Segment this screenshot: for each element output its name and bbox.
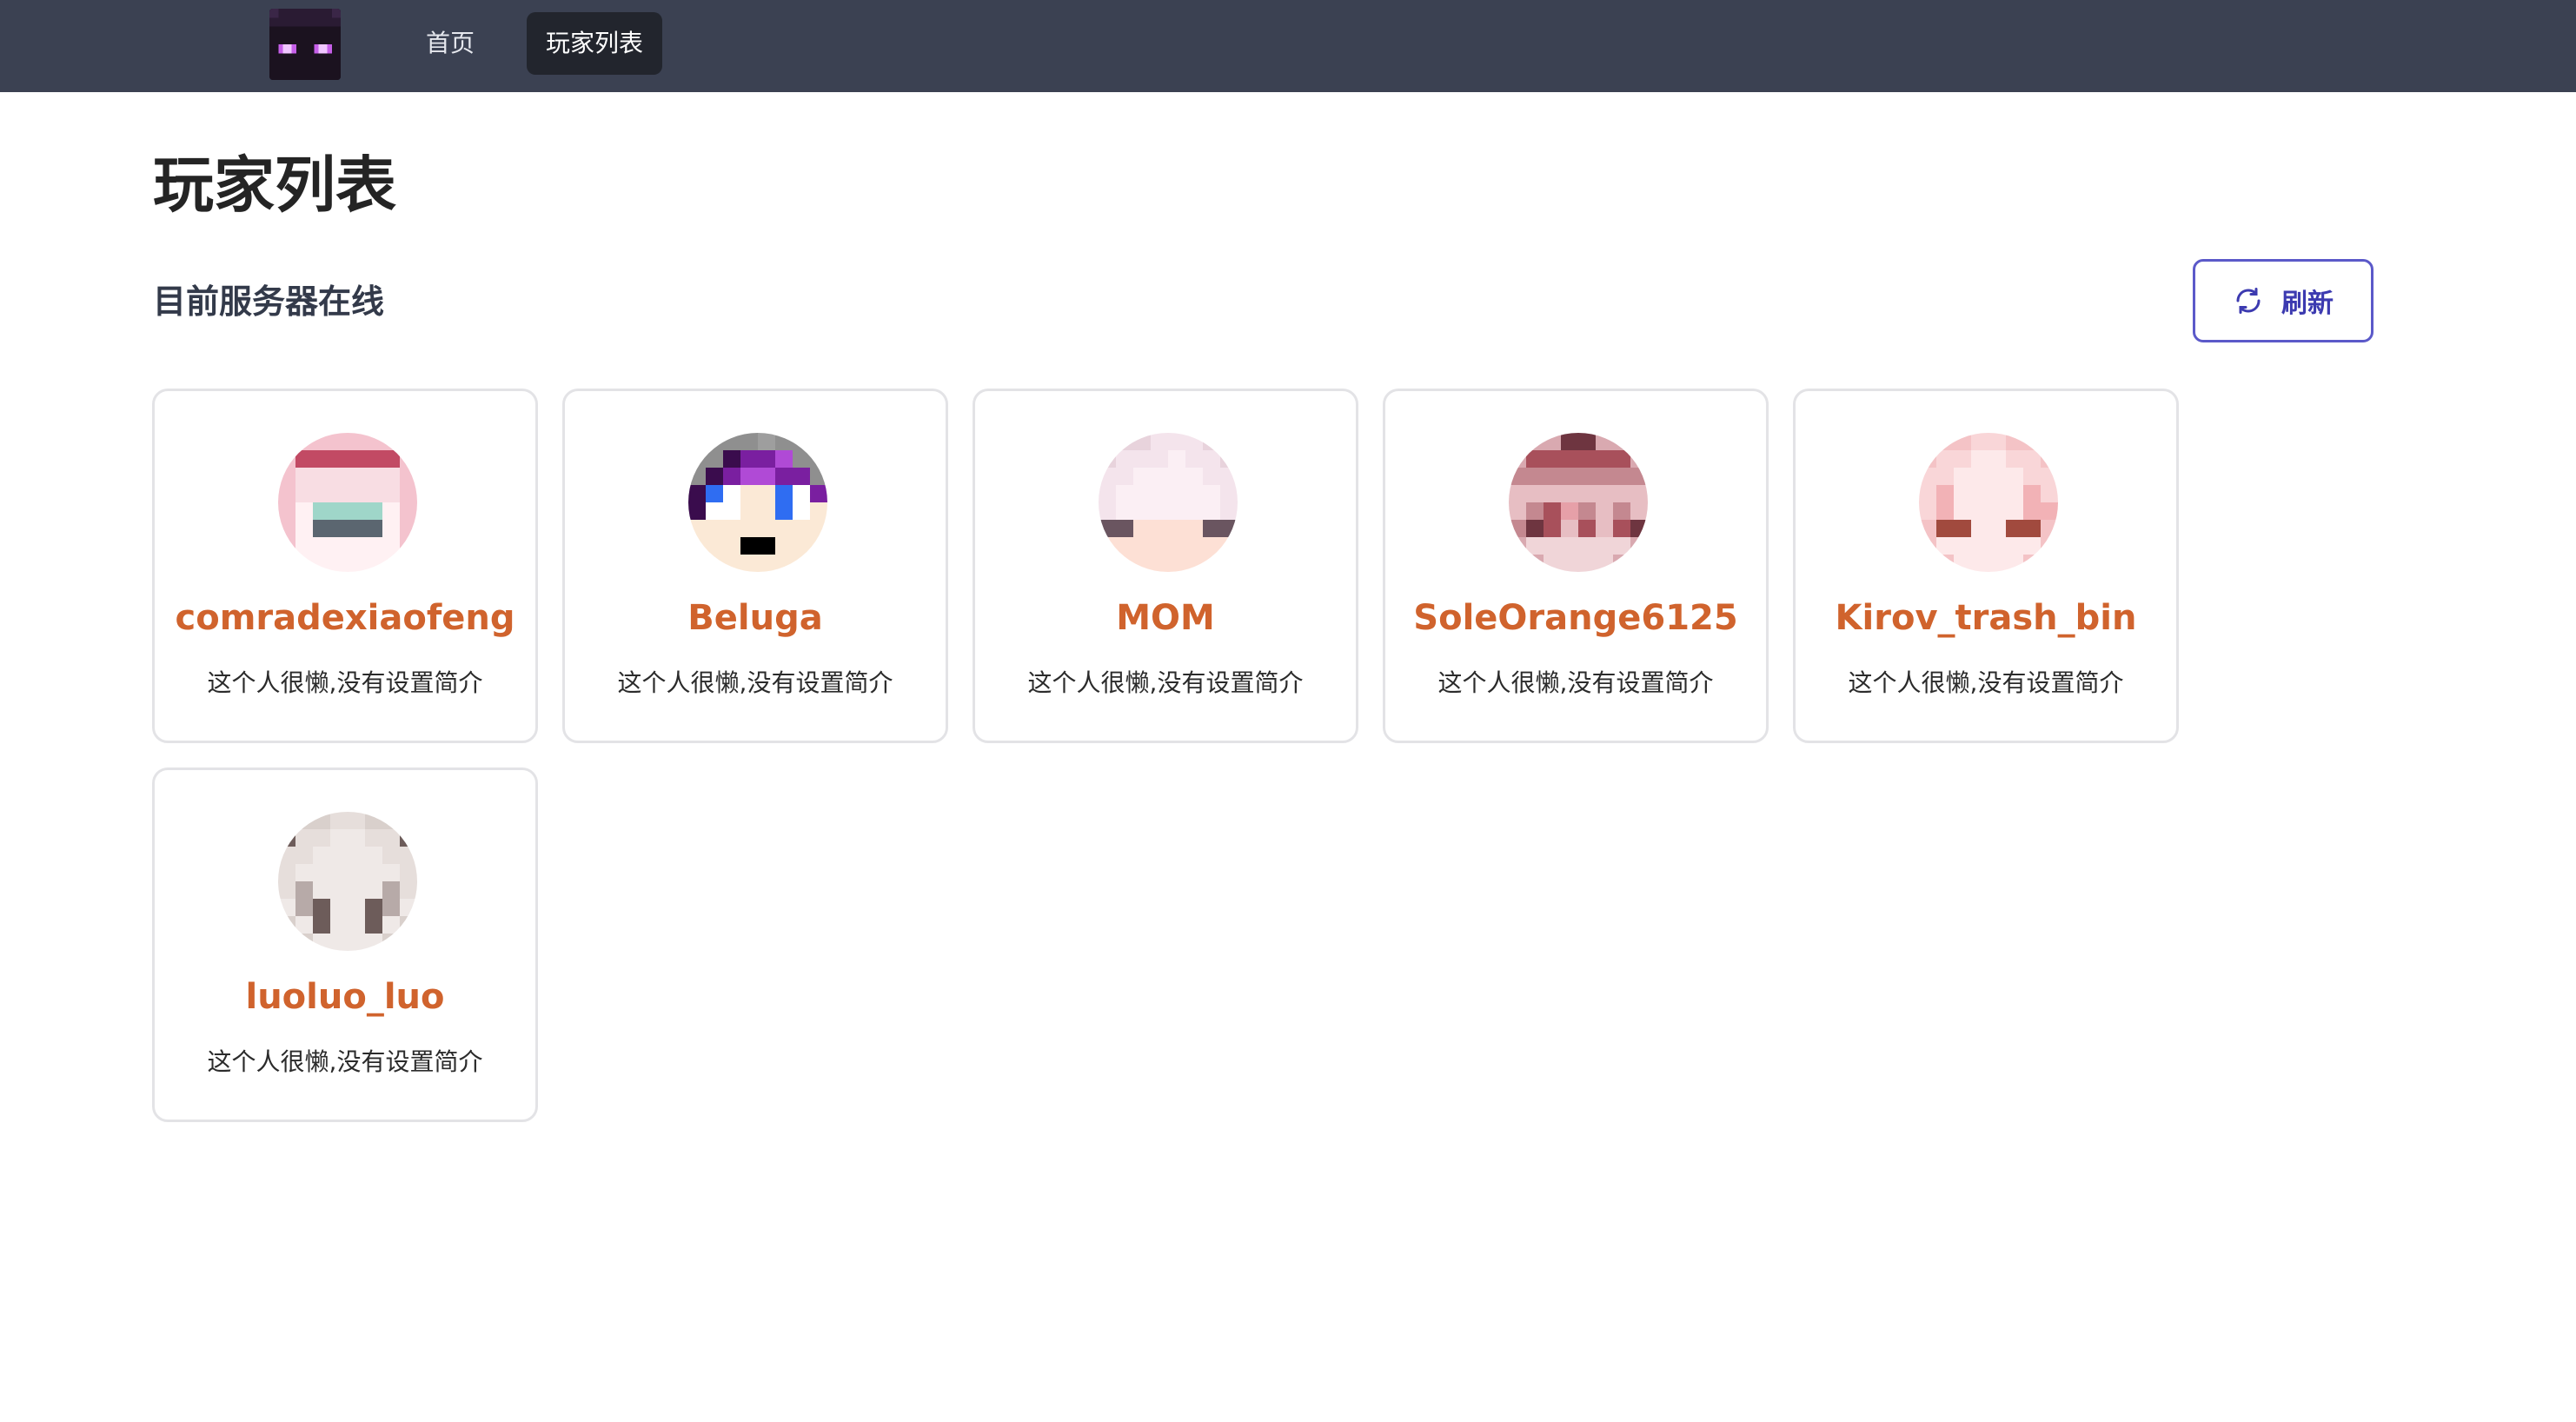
player-bio: 这个人很懒,没有设置简介 bbox=[1437, 668, 1714, 697]
player-name: MOM bbox=[1116, 598, 1215, 638]
player-bio: 这个人很懒,没有设置简介 bbox=[207, 1047, 483, 1076]
player-avatar bbox=[1919, 433, 2058, 572]
player-card-soleorange6125[interactable]: SoleOrange6125 这个人很懒,没有设置简介 bbox=[1383, 389, 1769, 743]
player-card-beluga[interactable]: Beluga 这个人很懒,没有设置简介 bbox=[562, 389, 948, 743]
nav-player-list[interactable]: 玩家列表 bbox=[527, 12, 663, 75]
page-title: 玩家列表 bbox=[153, 150, 396, 221]
player-bio: 这个人很懒,没有设置简介 bbox=[617, 668, 893, 697]
player-card-kirov-trash-bin[interactable]: Kirov_trash_bin 这个人很懒,没有设置简介 bbox=[1793, 389, 2179, 743]
player-name: SoleOrange6125 bbox=[1413, 598, 1738, 638]
player-avatar bbox=[1509, 433, 1648, 572]
player-avatar bbox=[278, 433, 417, 572]
player-name: luoluo_luo bbox=[245, 977, 445, 1017]
refresh-icon bbox=[2233, 285, 2264, 316]
top-navbar: 首页 玩家列表 bbox=[0, 0, 2576, 92]
player-name: Kirov_trash_bin bbox=[1835, 598, 2137, 638]
player-name: comradexiaofeng bbox=[175, 598, 515, 638]
enderman-logo[interactable] bbox=[269, 9, 341, 80]
player-avatar bbox=[1099, 433, 1238, 572]
player-card-comradexiaofeng[interactable]: comradexiaofeng 这个人很懒,没有设置简介 bbox=[152, 389, 538, 743]
player-avatar bbox=[278, 812, 417, 951]
section-title: 目前服务器在线 bbox=[153, 282, 385, 321]
player-card-luoluo-luo[interactable]: luoluo_luo 这个人很懒,没有设置简介 bbox=[152, 767, 538, 1122]
player-bio: 这个人很懒,没有设置简介 bbox=[1848, 668, 2124, 697]
player-name: Beluga bbox=[687, 598, 823, 638]
nav-home[interactable]: 首页 bbox=[407, 12, 494, 75]
refresh-button[interactable]: 刷新 bbox=[2193, 259, 2374, 342]
refresh-label: 刷新 bbox=[2281, 289, 2334, 319]
player-bio: 这个人很懒,没有设置简介 bbox=[207, 668, 483, 697]
player-card-mom[interactable]: MOM 这个人很懒,没有设置简介 bbox=[973, 389, 1358, 743]
player-bio: 这个人很懒,没有设置简介 bbox=[1027, 668, 1304, 697]
player-avatar bbox=[688, 433, 827, 572]
